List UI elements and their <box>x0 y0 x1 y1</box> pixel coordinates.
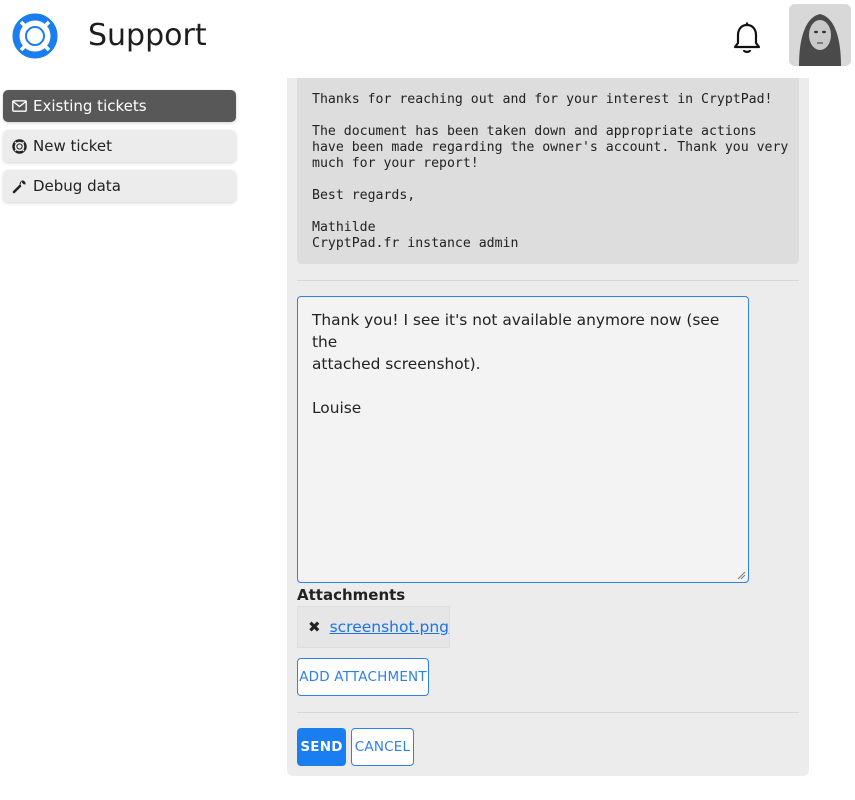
reply-textarea[interactable]: Thank you! I see it's not available anym… <box>297 296 749 583</box>
attachment-item: ✖ screenshot.png <box>297 606 450 648</box>
add-attachment-button[interactable]: ADD ATTACHMENT <box>297 658 429 696</box>
message-line: have been made regarding the owner's acc… <box>312 140 789 155</box>
sidebar: Existing tickets New ticket Debug data <box>3 90 236 210</box>
reply-line: Thank you! I see it's not available anym… <box>312 311 720 351</box>
send-button[interactable]: SEND <box>297 728 346 766</box>
sidebar-item-label: New ticket <box>33 137 113 155</box>
sidebar-item-label: Existing tickets <box>33 97 147 115</box>
bell-icon[interactable] <box>729 20 765 56</box>
reply-line: Louise <box>312 399 362 417</box>
envelope-icon <box>11 98 27 114</box>
attachments-title: Attachments <box>297 586 406 604</box>
resize-handle-icon[interactable] <box>737 571 746 580</box>
message-line: Best regards, <box>312 188 416 203</box>
divider <box>297 280 799 281</box>
attachment-link[interactable]: screenshot.png <box>330 618 449 636</box>
sidebar-item-existing-tickets[interactable]: Existing tickets <box>3 90 236 122</box>
message-line: Mathilde <box>312 220 376 235</box>
admin-message: Thanks for reaching out and for your int… <box>297 78 799 264</box>
divider <box>297 712 799 713</box>
lifebuoy-icon[interactable] <box>12 13 58 59</box>
lifebuoy-icon <box>11 138 27 154</box>
reply-line: attached screenshot). <box>312 355 481 373</box>
avatar[interactable] <box>789 4 851 66</box>
cancel-button[interactable]: CANCEL <box>351 728 414 766</box>
app-header: Support <box>0 0 855 78</box>
message-line: The document has been taken down and app… <box>312 124 757 139</box>
close-icon[interactable]: ✖ <box>308 618 321 636</box>
ticket-panel: Thanks for reaching out and for your int… <box>287 78 809 776</box>
sidebar-item-new-ticket[interactable]: New ticket <box>3 130 236 162</box>
page-title: Support <box>88 18 207 53</box>
sidebar-item-debug-data[interactable]: Debug data <box>3 170 236 202</box>
message-line: CryptPad.fr instance admin <box>312 236 519 251</box>
message-line: Thanks for reaching out and for your int… <box>312 92 773 107</box>
wrench-icon <box>11 178 27 194</box>
message-line: much for your report! <box>312 156 479 171</box>
sidebar-item-label: Debug data <box>33 177 121 195</box>
